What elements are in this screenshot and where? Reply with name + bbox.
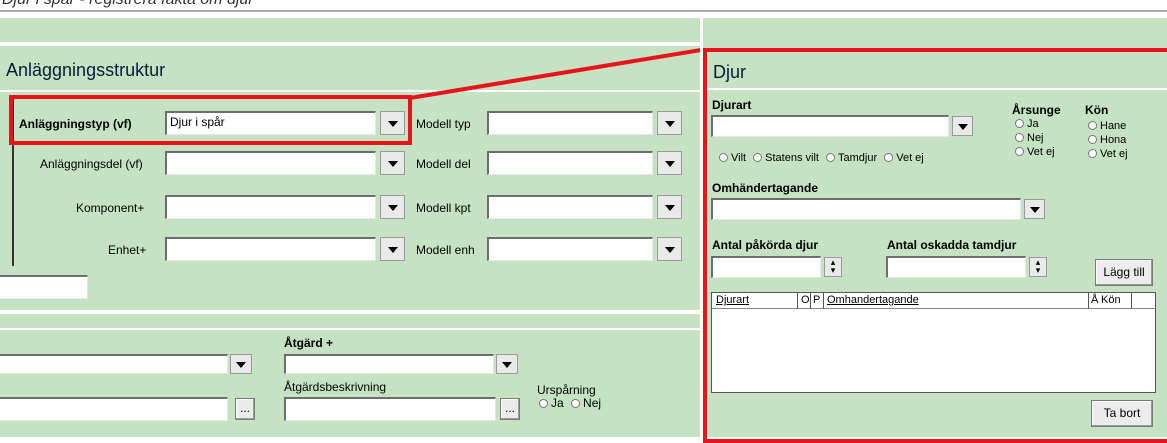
ursparning-ja-radio[interactable]: Ja bbox=[539, 396, 564, 410]
atgardsbeskrivning-input[interactable] bbox=[284, 397, 496, 421]
atgard-label: Åtgärd + bbox=[284, 336, 334, 350]
modell-del-dropdown-button[interactable] bbox=[657, 151, 682, 175]
enhet-select[interactable] bbox=[165, 237, 376, 261]
radio-icon bbox=[539, 399, 548, 408]
komponent-select[interactable] bbox=[165, 195, 376, 219]
partial-ellipsis-button[interactable]: ... bbox=[235, 398, 255, 420]
atgard-panel-divider bbox=[0, 328, 700, 330]
anlaggningsdel-dropdown-button[interactable] bbox=[380, 151, 405, 175]
komponent-label: Komponent+ bbox=[76, 201, 145, 215]
modell-del-select[interactable] bbox=[487, 151, 653, 175]
atgard-dropdown-button[interactable] bbox=[496, 354, 518, 374]
partial-input[interactable] bbox=[0, 275, 88, 299]
modell-typ-dropdown-button[interactable] bbox=[657, 111, 682, 135]
modell-enh-label: Modell enh bbox=[416, 243, 475, 257]
modell-kpt-select[interactable] bbox=[487, 195, 653, 219]
partial-select-1[interactable] bbox=[0, 354, 228, 374]
modell-enh-dropdown-button[interactable] bbox=[657, 237, 682, 261]
atgardsbeskrivning-label: Åtgärdsbeskrivning bbox=[284, 380, 387, 394]
ursparning-label: Urspårning bbox=[537, 383, 596, 397]
modell-del-label: Modell del bbox=[416, 157, 471, 171]
highlight-connector bbox=[409, 47, 708, 100]
partial-select-1-dropdown-button[interactable] bbox=[230, 354, 252, 374]
komponent-dropdown-button[interactable] bbox=[380, 195, 405, 219]
enhet-dropdown-button[interactable] bbox=[380, 237, 405, 261]
modell-kpt-label: Modell kpt bbox=[416, 201, 471, 215]
anlaggningstyp-highlight bbox=[9, 95, 412, 145]
anlaggningsdel-label: Anläggningsdel (vf) bbox=[40, 157, 143, 171]
atgard-select[interactable] bbox=[284, 354, 494, 374]
modell-enh-select[interactable] bbox=[487, 237, 653, 261]
ursparning-nej-radio[interactable]: Nej bbox=[567, 396, 601, 410]
top-divider bbox=[0, 10, 1167, 12]
djur-panel-highlight bbox=[703, 48, 1167, 443]
anlaggningsstruktur-title: Anläggningsstruktur bbox=[6, 60, 166, 80]
modell-typ-select[interactable] bbox=[487, 111, 653, 135]
modell-typ-label: Modell typ bbox=[416, 117, 471, 131]
anlaggningsdel-select[interactable] bbox=[165, 151, 376, 175]
partial-description-input[interactable] bbox=[0, 397, 228, 421]
atgardsbeskrivning-ellipsis-button[interactable]: ... bbox=[500, 398, 520, 420]
radio-icon bbox=[571, 399, 581, 408]
header-strip bbox=[0, 18, 700, 42]
connector-line-1 bbox=[409, 47, 708, 100]
ursparning-options: Ja Nej bbox=[539, 396, 601, 410]
top-caption: Djur i spår - registrera fakta om djur bbox=[2, 0, 254, 9]
enhet-label: Enhet+ bbox=[108, 243, 147, 257]
modell-kpt-dropdown-button[interactable] bbox=[657, 195, 682, 219]
